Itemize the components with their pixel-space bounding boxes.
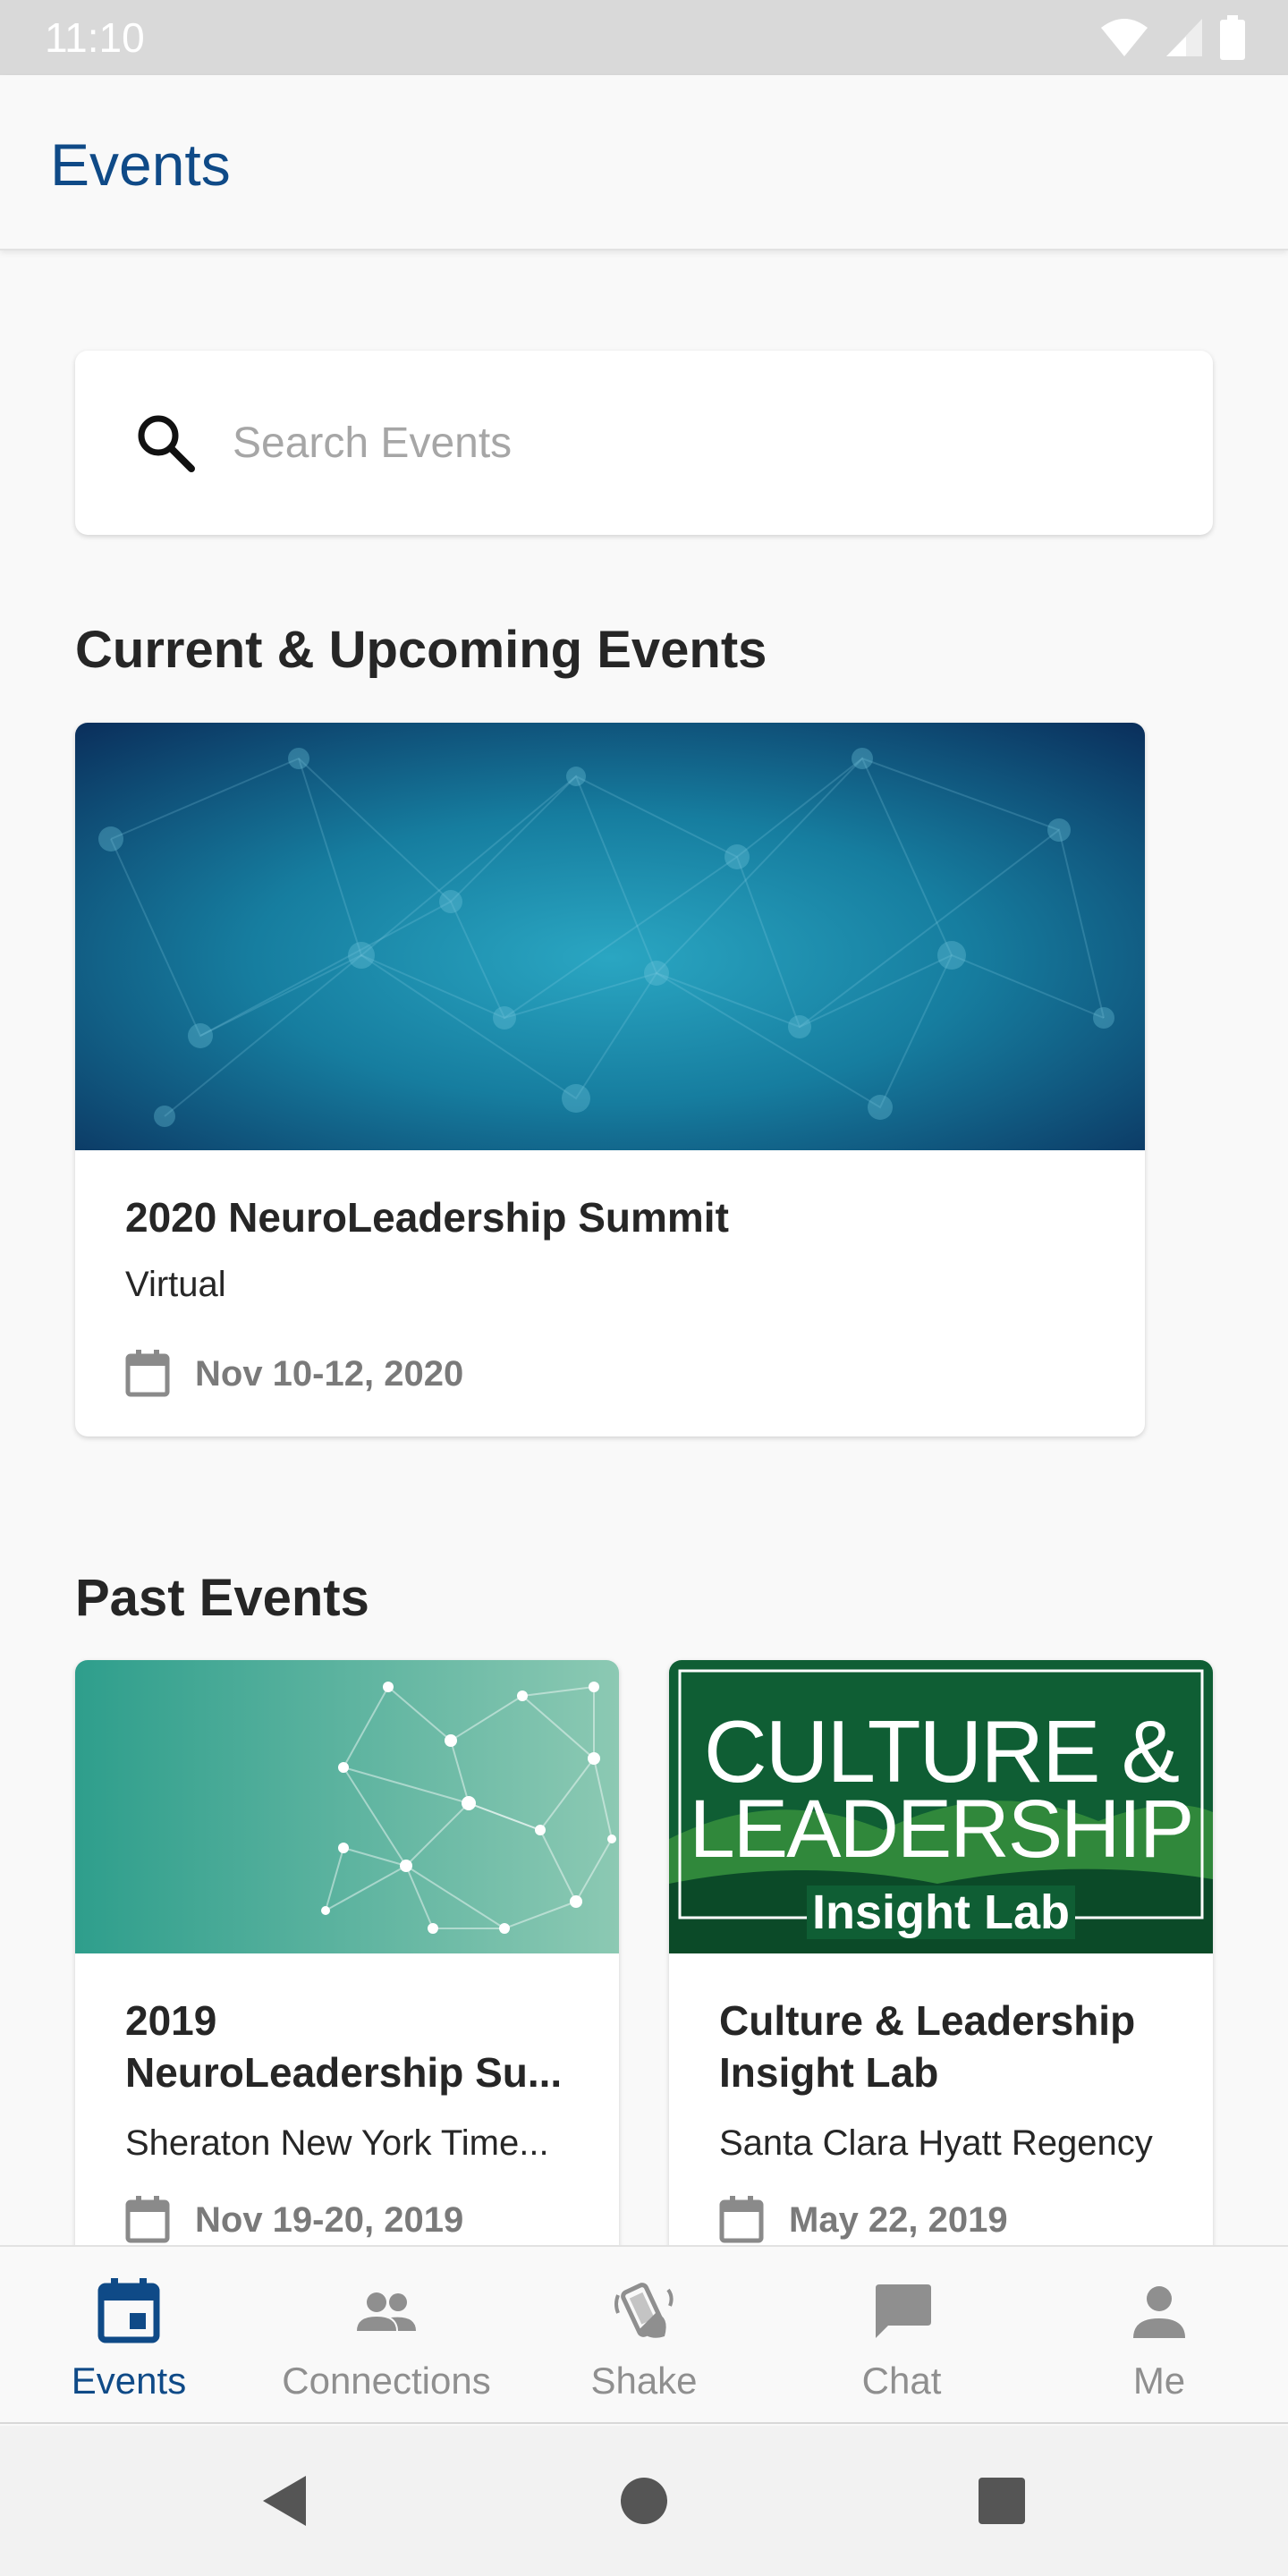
recents-icon[interactable] [970, 2469, 1034, 2533]
nav-label: Events [71, 2360, 187, 2402]
person-icon [1133, 2286, 1185, 2338]
status-bar: 11:10 [0, 0, 1288, 75]
event-location: Sheraton New York Time... [125, 2123, 549, 2163]
event-location: Santa Clara Hyatt Regency [719, 2123, 1153, 2163]
event-card-past-1[interactable]: 2019 NeuroLeadership Su... Sheraton New … [75, 1660, 619, 2304]
image-text-leadership: LEADERSHIP [689, 1784, 1195, 1875]
nav-label: Me [1132, 2360, 1186, 2402]
event-card-past-2[interactable]: CULTURE & LEADERSHIP Insight Lab Culture… [669, 1660, 1213, 2304]
event-date: Nov 19-20, 2019 [195, 2200, 464, 2240]
search-input[interactable] [233, 399, 1163, 487]
nav-label: Shake [590, 2360, 698, 2402]
nav-tab-shake[interactable]: Shake [515, 2247, 773, 2424]
event-title-line-1: Culture & Leadership [719, 1997, 1136, 2044]
shake-phone-icon [614, 2283, 674, 2338]
nav-tab-me[interactable]: Me [1030, 2247, 1288, 2424]
battery-icon [1220, 15, 1245, 60]
section-title-past: Past Events [75, 1569, 369, 1627]
status-time: 11:10 [45, 14, 145, 61]
cellular-signal-icon [1166, 19, 1202, 56]
event-title-line-2: NeuroLeadership Su... [125, 2049, 563, 2096]
event-image-network-teal [75, 1660, 619, 1953]
search-bar[interactable] [75, 351, 1213, 535]
event-title-line-2: Insight Lab [719, 2049, 939, 2096]
event-image-neural-network [75, 723, 1145, 1150]
event-title: 2020 NeuroLeadership Summit [125, 1194, 729, 1241]
image-text-culture: CULTURE & [703, 1702, 1180, 1801]
wifi-icon [1101, 19, 1148, 56]
nav-tab-chat[interactable]: Chat [773, 2247, 1030, 2424]
nav-label: Connections [282, 2360, 491, 2402]
system-navigation-bar [0, 2426, 1288, 2576]
back-icon[interactable] [254, 2469, 318, 2533]
people-icon [357, 2292, 416, 2331]
calendar-icon [97, 2278, 160, 2343]
calendar-icon [719, 2196, 764, 2243]
page-title: Events [50, 131, 231, 198]
nav-tab-events[interactable]: Events [0, 2247, 258, 2424]
status-icons [1100, 15, 1245, 60]
calendar-icon [125, 2196, 170, 2243]
app-bar: Events [0, 75, 1288, 250]
home-icon[interactable] [612, 2469, 676, 2533]
event-location: Virtual [125, 1265, 226, 1304]
search-icon [138, 415, 195, 472]
section-title-current: Current & Upcoming Events [75, 621, 767, 679]
nav-label: Chat [861, 2360, 942, 2402]
event-title-line-1: 2019 [125, 1997, 217, 2044]
calendar-icon [125, 1350, 170, 1397]
chat-bubble-icon [876, 2284, 931, 2338]
image-text-insight-lab: Insight Lab [669, 1885, 1213, 1939]
nav-tab-connections[interactable]: Connections [258, 2247, 515, 2424]
event-card-current[interactable]: 2020 NeuroLeadership Summit Virtual Nov … [75, 723, 1145, 1436]
bottom-navigation: Events Connections Shake Chat Me [0, 2245, 1288, 2424]
event-date: Nov 10-12, 2020 [195, 1354, 464, 1394]
event-date: May 22, 2019 [789, 2200, 1008, 2240]
